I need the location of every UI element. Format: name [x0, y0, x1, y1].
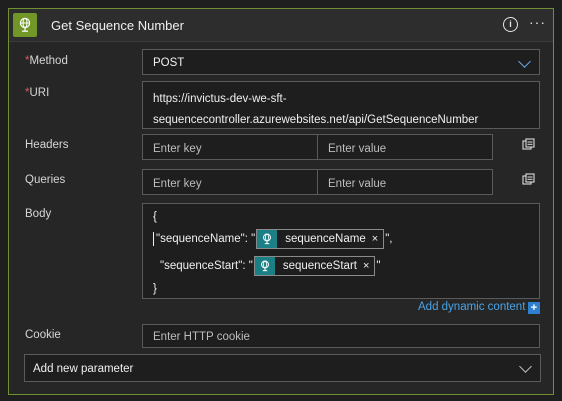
queries-key-input[interactable]: Enter key: [143, 170, 318, 194]
more-options-icon[interactable]: ···: [529, 14, 546, 30]
cookie-label: Cookie: [25, 329, 61, 341]
switch-to-text-mode-icon[interactable]: [522, 173, 536, 187]
queries-value-input[interactable]: Enter value: [318, 170, 492, 194]
body-line-sequence-start: "sequenceStart": " sequenceStart × ": [160, 256, 381, 276]
globe-icon: [13, 13, 37, 37]
action-header[interactable]: Get Sequence Number i ···: [9, 9, 553, 42]
add-dynamic-content-plus-icon[interactable]: +: [528, 302, 540, 314]
action-title: Get Sequence Number: [51, 18, 184, 33]
chevron-down-icon[interactable]: [519, 360, 532, 373]
body-editor[interactable]: { "sequenceName": " sequenceName × ", "sequ…: [142, 203, 540, 299]
uri-input[interactable]: https://invictus-dev-we-sft- sequencecon…: [142, 81, 540, 129]
method-label: *Method: [25, 55, 68, 67]
dynamic-token-sequence-start[interactable]: sequenceStart ×: [253, 256, 376, 276]
chevron-down-icon[interactable]: [518, 55, 531, 68]
method-value: POST: [153, 57, 185, 69]
switch-to-text-mode-icon[interactable]: [522, 138, 536, 152]
body-close-brace: }: [153, 283, 157, 295]
dynamic-token-sequence-name[interactable]: sequenceName ×: [256, 229, 385, 249]
remove-token-icon[interactable]: ×: [372, 233, 383, 245]
headers-kv-row: Enter key Enter value: [142, 134, 493, 160]
body-open-brace: {: [153, 211, 157, 223]
remove-token-icon[interactable]: ×: [363, 260, 374, 272]
add-new-parameter-dropdown[interactable]: Add new parameter: [24, 354, 541, 382]
body-line-sequence-name: "sequenceName": " sequenceName × ",: [153, 229, 392, 249]
globe-icon: [257, 230, 278, 248]
cookie-input[interactable]: Enter HTTP cookie: [142, 324, 540, 348]
queries-label: Queries: [25, 174, 66, 186]
headers-label: Headers: [25, 139, 69, 151]
headers-value-input[interactable]: Enter value: [318, 135, 492, 159]
text-caret: [153, 232, 154, 246]
queries-kv-row: Enter key Enter value: [142, 169, 493, 195]
headers-key-input[interactable]: Enter key: [143, 135, 318, 159]
globe-icon: [254, 257, 275, 275]
info-icon[interactable]: i: [503, 17, 518, 32]
body-label: Body: [25, 208, 52, 220]
http-action-card: Get Sequence Number i ··· *Method POST *…: [8, 8, 554, 395]
uri-label: *URI: [25, 87, 50, 99]
uri-value: https://invictus-dev-we-sft- sequencecon…: [153, 93, 479, 126]
method-select[interactable]: POST: [142, 49, 540, 75]
add-dynamic-content-link[interactable]: Add dynamic content: [418, 301, 525, 313]
